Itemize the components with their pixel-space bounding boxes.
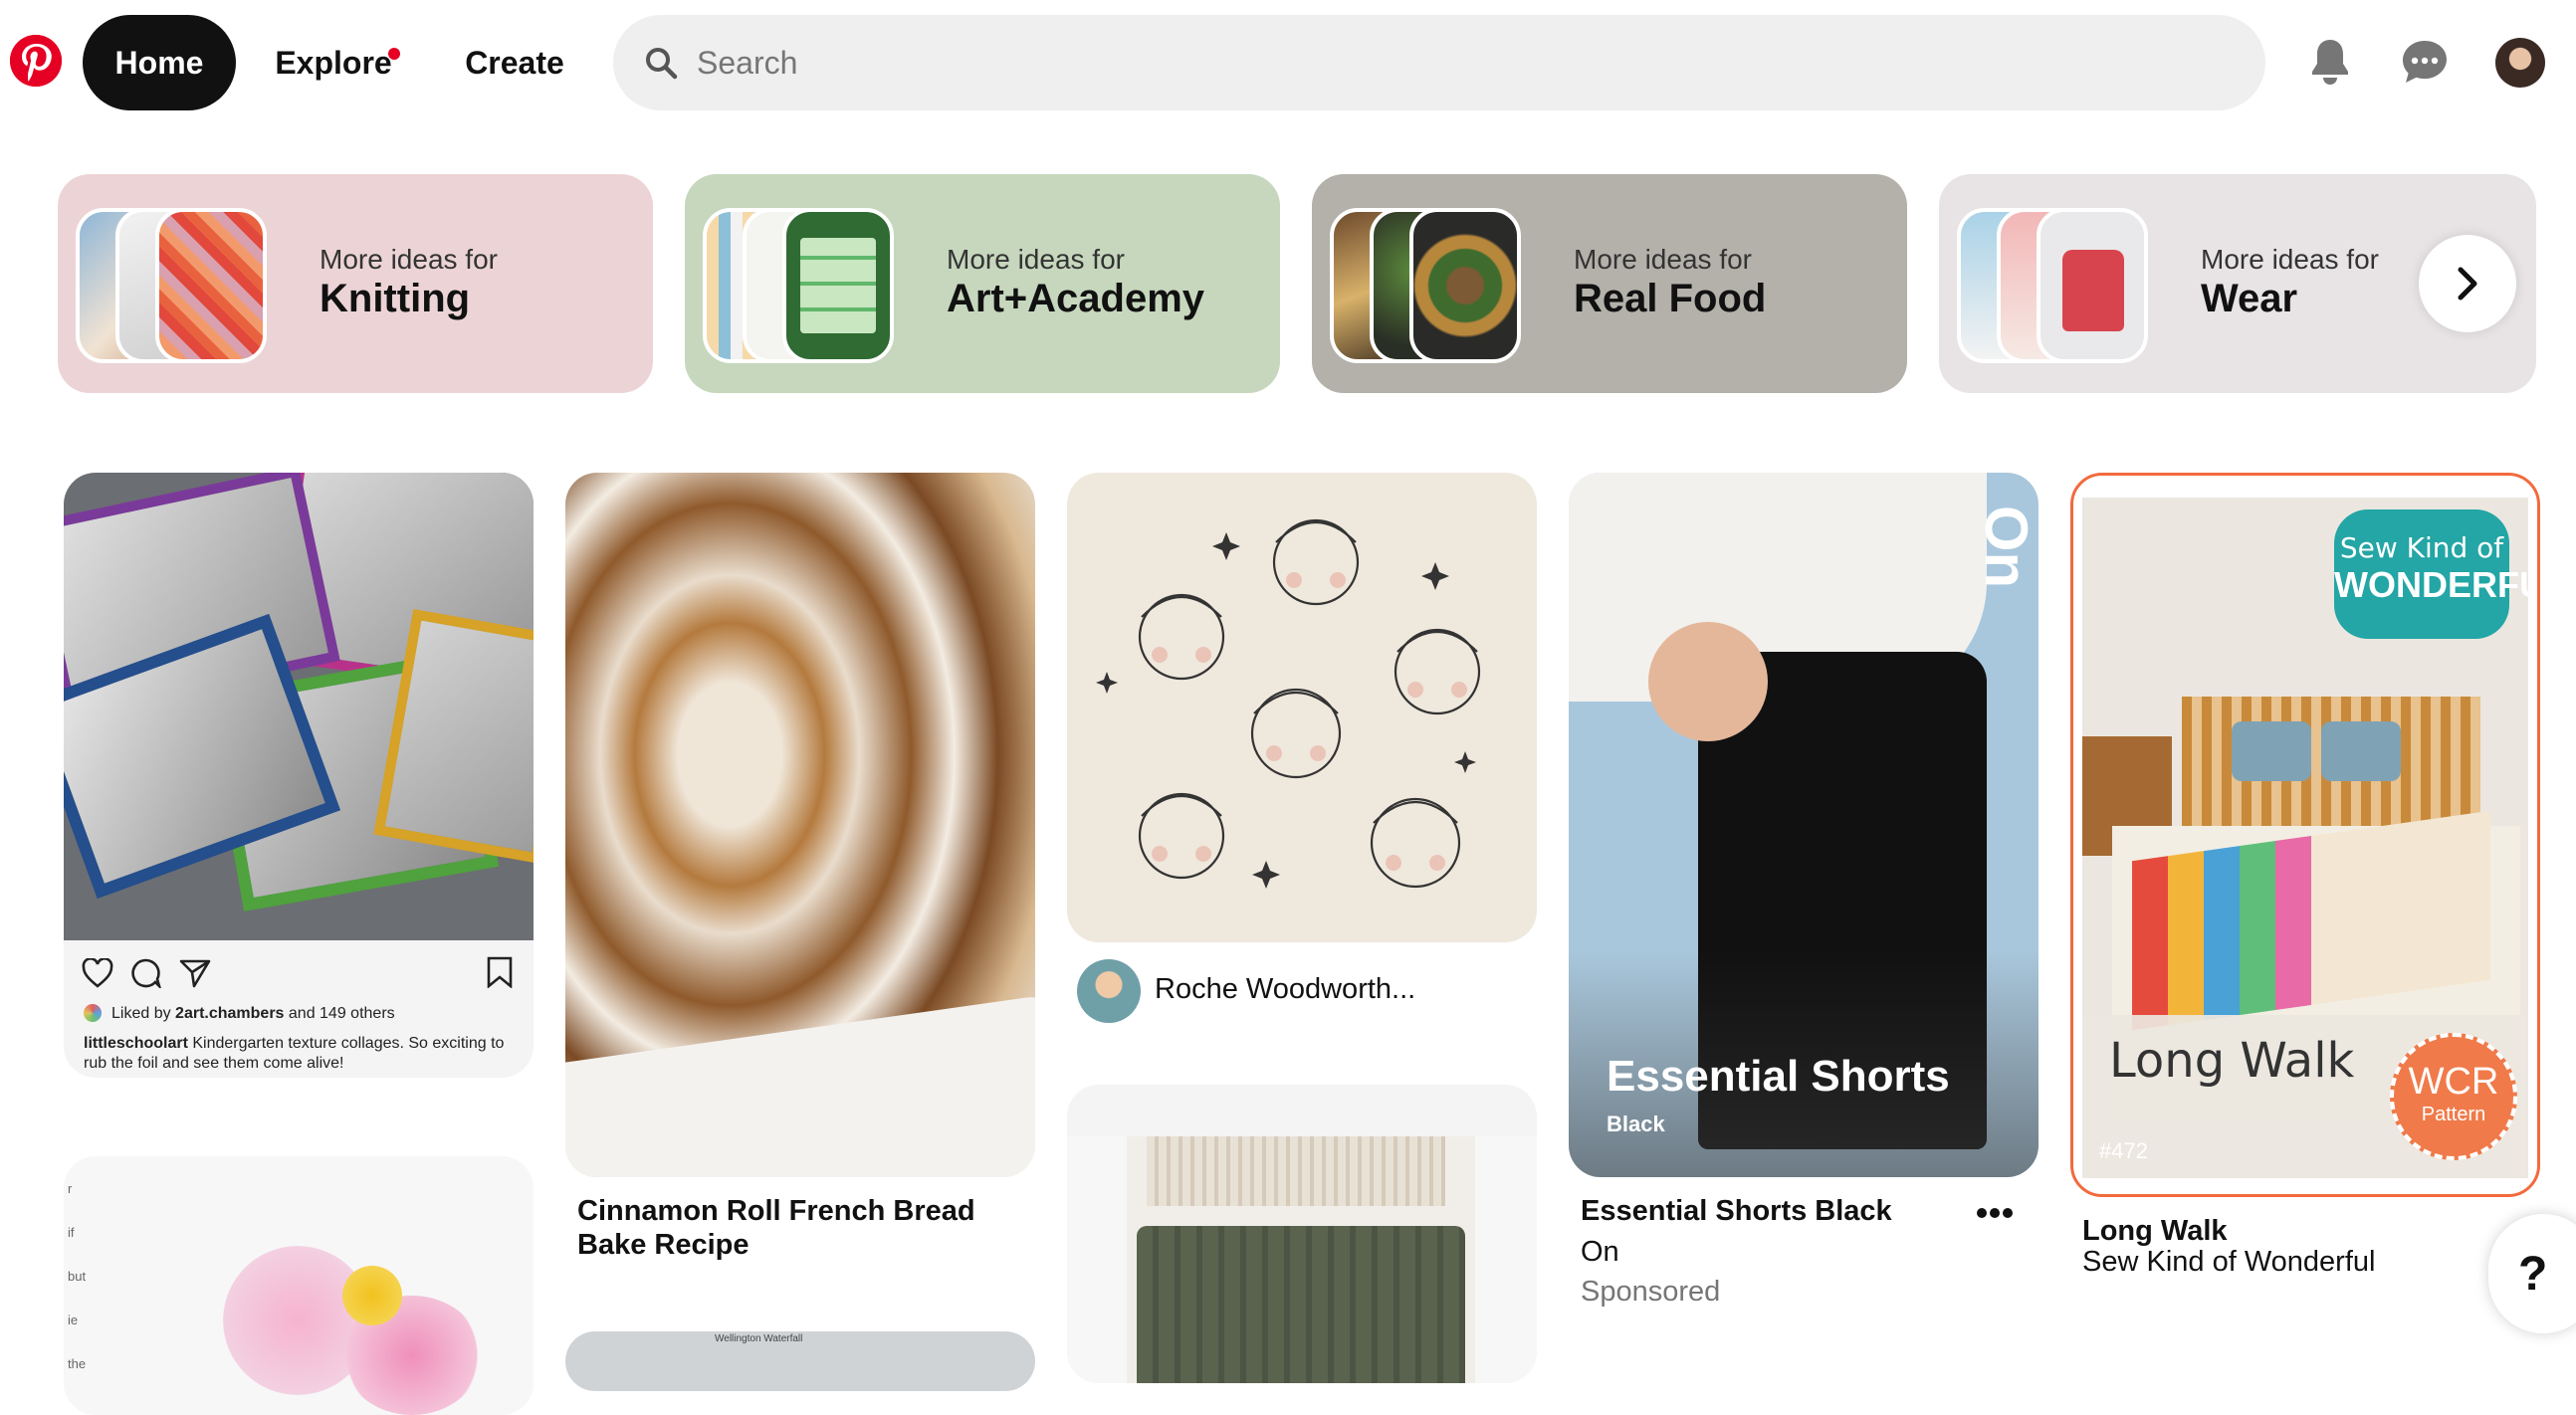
thumbnail-image — [155, 208, 267, 363]
messages-chat-icon[interactable] — [2393, 30, 2457, 94]
idea-card-topic: Real Food — [1574, 277, 1767, 320]
sponsored-label: Sponsored — [1581, 1276, 1721, 1308]
side-text-line: if — [68, 1225, 75, 1240]
pattern-seal: WCR Pattern — [2390, 1033, 2517, 1160]
idea-card-topic: Knitting — [320, 277, 471, 320]
pin-face-sketches[interactable] — [1067, 473, 1537, 942]
brand-badge: Sew Kind of WONDERFUL — [2334, 509, 2537, 639]
idea-card-prefix: More ideas for — [1574, 244, 1752, 275]
top-nav-bar: Home Explore Create — [0, 0, 2576, 127]
bookmark-icon[interactable] — [486, 956, 514, 988]
idea-thumbnails — [1957, 208, 2156, 363]
help-icon: ? — [2518, 1247, 2548, 1301]
nav-explore-label: Explore — [275, 44, 392, 81]
pin-title[interactable]: Essential Shorts Black — [1581, 1194, 1892, 1228]
help-button[interactable]: ? — [2488, 1214, 2576, 1333]
pin-document[interactable]: Wellington Waterfall — [565, 1331, 1035, 1391]
side-text-line: the — [68, 1356, 87, 1371]
pin-essential-shorts-ad[interactable]: On Essential Shorts Black — [1569, 473, 2039, 1177]
idea-card-knitting[interactable]: More ideas for Knitting — [58, 174, 653, 393]
nav-create-tab[interactable]: Create — [445, 15, 584, 110]
search-icon — [646, 48, 678, 80]
side-text: r if but ie the F — [68, 1156, 86, 1415]
thumbnail-image — [1409, 208, 1521, 363]
thumbnail-image — [782, 208, 894, 363]
caption-user: littleschoolart — [84, 1035, 188, 1052]
user-avatar[interactable] — [2495, 38, 2545, 88]
pin-image — [223, 1226, 512, 1415]
liked-by-prefix: Liked by — [111, 1005, 171, 1022]
comment-icon[interactable] — [129, 958, 161, 988]
creator-avatar[interactable] — [1077, 959, 1141, 1023]
heart-icon[interactable] — [82, 958, 113, 988]
notifications-bell-icon[interactable] — [2298, 30, 2362, 94]
liker-avatar — [84, 1004, 102, 1022]
pin-crop-top-outfit[interactable] — [1067, 1085, 1537, 1383]
idea-thumbnails — [1330, 208, 1529, 363]
side-text-line: but — [68, 1269, 87, 1284]
liked-by-suffix: and 149 others — [288, 1005, 395, 1022]
document-text: Wellington Waterfall — [715, 1333, 803, 1344]
pin-image — [1067, 1136, 1537, 1383]
seal-line1: WCR — [2408, 1061, 2499, 1103]
notification-dot — [388, 48, 400, 60]
badge-line2: WONDERFUL — [2334, 564, 2537, 605]
pattern-number: #472 — [2099, 1138, 2148, 1163]
search-input[interactable] — [697, 44, 2190, 82]
liked-by-user: 2art.chambers — [175, 1005, 285, 1022]
nav-home-label: Home — [114, 44, 204, 81]
idea-card-prefix: More ideas for — [947, 244, 1125, 275]
pin-title[interactable]: Long Walk — [2082, 1214, 2228, 1248]
badge-line1: Sew Kind of — [2339, 531, 2504, 564]
idea-card-art-academy[interactable]: More ideas for Art+Academy — [685, 174, 1280, 393]
pinterest-logo-icon[interactable] — [10, 35, 62, 87]
caption: littleschoolart Kindergarten texture col… — [84, 1034, 522, 1074]
creator-name[interactable]: Roche Woodworth... — [1155, 973, 1415, 1006]
idea-card-real-food[interactable]: More ideas for Real Food — [1312, 174, 1907, 393]
idea-card-prefix: More ideas for — [2201, 244, 2379, 275]
idea-carousel-next-button[interactable] — [2419, 235, 2516, 332]
chevron-right-icon — [2458, 267, 2477, 301]
search-bar[interactable] — [613, 15, 2265, 110]
cover-title: Long Walk — [2109, 1033, 2355, 1089]
pin-title[interactable]: Cinnamon Roll French Bread Bake Recipe — [577, 1194, 1035, 1262]
pin-foil-collage[interactable]: Liked by 2art.chambers and 149 others li… — [64, 473, 534, 1078]
thumbnail-image — [2037, 208, 2148, 363]
side-text-line: ie — [68, 1313, 79, 1327]
on-brand-mark: On — [1973, 505, 2039, 589]
idea-thumbnails — [703, 208, 902, 363]
pin-long-walk-quilt[interactable]: Sew Kind of WONDERFUL Long Walk WCR Patt… — [2070, 473, 2540, 1197]
ad-overlay-title: Essential Shorts — [1607, 1052, 1950, 1101]
pin-image — [64, 473, 534, 940]
pin-subtitle[interactable]: Sew Kind of Wonderful — [2082, 1246, 2375, 1279]
idea-card-topic: Wear — [2201, 277, 2298, 320]
idea-card-topic: Art+Academy — [947, 277, 1205, 320]
send-icon[interactable] — [179, 958, 211, 988]
nav-home-tab[interactable]: Home — [83, 15, 236, 110]
seal-line2: Pattern — [2421, 1104, 2486, 1125]
pin-watercolor-flower[interactable]: r if but ie the F — [64, 1156, 534, 1415]
side-text-line: r — [68, 1181, 73, 1196]
nav-explore-tab[interactable]: Explore — [251, 15, 416, 110]
liked-by-line: Liked by 2art.chambers and 149 others — [111, 1005, 395, 1023]
pin-image — [1096, 518, 1481, 889]
idea-thumbnails — [76, 208, 275, 363]
idea-card-prefix: More ideas for — [320, 244, 498, 275]
ad-overlay-color: Black — [1607, 1112, 1665, 1136]
more-options-icon[interactable] — [1977, 1206, 2013, 1224]
pin-cinnamon-roll[interactable] — [565, 473, 1035, 1177]
nav-create-label: Create — [465, 44, 564, 81]
ad-brand-name[interactable]: On — [1581, 1236, 1619, 1269]
